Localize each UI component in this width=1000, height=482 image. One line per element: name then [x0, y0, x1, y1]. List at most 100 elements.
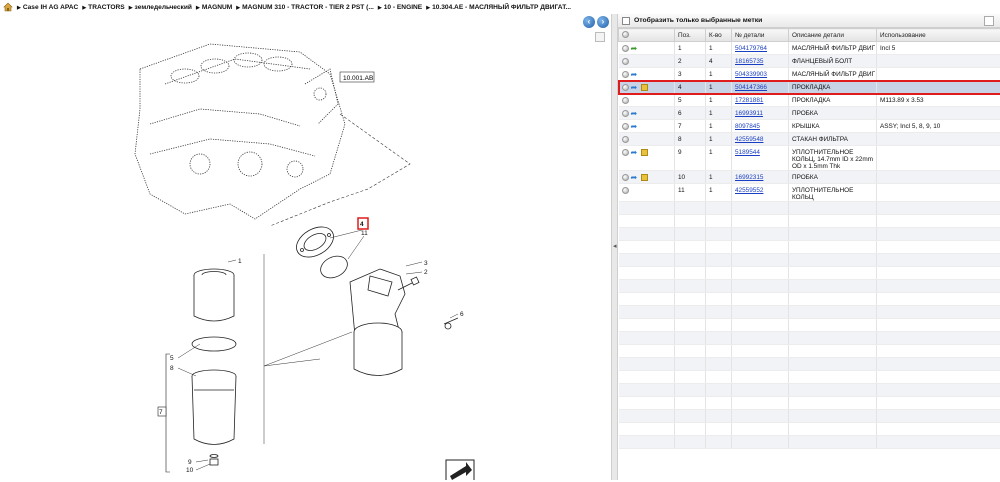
row-select-icon[interactable] [622, 123, 629, 130]
empty-cell [877, 241, 1000, 254]
header-icons[interactable] [619, 29, 675, 42]
table-row[interactable]: ➦6116993911ПРОБКА [619, 107, 1000, 120]
part-number-link[interactable]: 5189544 [735, 149, 760, 156]
part-number-link[interactable]: 16992315 [735, 174, 763, 181]
row-qty: 1 [706, 133, 732, 146]
table-row[interactable]: ➦41504147366ПРОКЛАДКА [619, 81, 1000, 94]
breadcrumb-item[interactable]: ▶10 - ENGINE [378, 4, 422, 11]
header-usage[interactable]: Использование [877, 29, 1000, 42]
breadcrumb-item[interactable]: ▶земледельческий [129, 4, 192, 11]
reference-arrow-icon[interactable]: ➦ [631, 149, 639, 156]
diagram-option-icon[interactable] [595, 32, 605, 42]
kit-box-icon[interactable] [641, 174, 648, 181]
kit-box-icon[interactable] [641, 149, 648, 156]
export-icon[interactable] [984, 16, 994, 26]
empty-cell [732, 280, 789, 293]
part-number-link[interactable]: 504339903 [735, 71, 767, 78]
table-row[interactable]: 2418165735ФЛАНЦЕВЫЙ БОЛТ [619, 55, 1000, 68]
row-icons: ➦ [619, 81, 675, 94]
table-row[interactable]: ➦718097845КРЫШКАASSY; Incl 5, 8, 9, 10 [619, 120, 1000, 133]
row-part-number[interactable]: 504147366 [732, 81, 789, 94]
show-selected-checkbox[interactable] [622, 17, 630, 25]
row-part-number[interactable]: 42559548 [732, 133, 789, 146]
empty-cell [732, 306, 789, 319]
empty-cell [877, 423, 1000, 436]
empty-row [619, 228, 1000, 241]
table-row[interactable]: ➦10116992315ПРОБКА [619, 171, 1000, 184]
empty-cell [619, 254, 675, 267]
part-number-link[interactable]: 18165735 [735, 58, 763, 65]
breadcrumb-item[interactable]: ▶10.304.AE - МАСЛЯНЫЙ ФИЛЬТР ДВИГАТ... [426, 4, 571, 11]
row-part-number[interactable]: 42559552 [732, 184, 789, 202]
empty-cell [877, 228, 1000, 241]
kit-box-icon[interactable] [641, 84, 648, 91]
row-select-icon[interactable] [622, 149, 629, 156]
next-button[interactable]: › [597, 16, 609, 28]
home-icon[interactable] [3, 2, 13, 12]
row-select-icon[interactable] [622, 45, 629, 52]
row-part-number[interactable]: 17281881 [732, 94, 789, 107]
table-row[interactable]: ➦31504339903МАСЛЯНЫЙ ФИЛЬТР ДВИГ [619, 68, 1000, 81]
part-number-link[interactable]: 504179764 [735, 45, 767, 52]
empty-cell [732, 267, 789, 280]
pane-splitter[interactable]: ◂ [611, 14, 618, 480]
row-description: ПРОКЛАДКА [789, 81, 877, 94]
row-icons: ➦ [619, 120, 675, 133]
select-all-icon[interactable] [622, 31, 629, 38]
row-part-number[interactable]: 16993911 [732, 107, 789, 120]
breadcrumb-arrow-icon: ▶ [129, 5, 133, 11]
row-part-number[interactable]: 504179764 [732, 42, 789, 55]
table-row[interactable]: 11142559552УПЛОТНИТЕЛЬНОЕ КОЛЬЦ [619, 184, 1000, 202]
row-part-number[interactable]: 16992315 [732, 171, 789, 184]
row-part-number[interactable]: 5189544 [732, 146, 789, 171]
part-number-link[interactable]: 504147366 [735, 84, 767, 91]
row-select-icon[interactable] [622, 187, 629, 194]
part-number-link[interactable]: 42559548 [735, 136, 763, 143]
header-desc[interactable]: Описание детали [789, 29, 877, 42]
row-part-number[interactable]: 504339903 [732, 68, 789, 81]
table-row[interactable]: ➦11504179764МАСЛЯНЫЙ ФИЛЬТР ДВИГIncl 5 [619, 42, 1000, 55]
empty-cell [675, 306, 706, 319]
collapse-arrow-icon[interactable]: ◂ [613, 242, 617, 250]
replacement-arrow-icon[interactable]: ➦ [631, 45, 639, 52]
reference-arrow-icon[interactable]: ➦ [631, 110, 639, 117]
row-select-icon[interactable] [622, 97, 629, 104]
row-select-icon[interactable] [622, 110, 629, 117]
empty-row [619, 397, 1000, 410]
header-pos[interactable]: Поз. [675, 29, 706, 42]
empty-cell [675, 345, 706, 358]
row-select-icon[interactable] [622, 84, 629, 91]
row-select-icon[interactable] [622, 174, 629, 181]
part-number-link[interactable]: 42559552 [735, 187, 763, 194]
row-usage: ASSY; Incl 5, 8, 9, 10 [877, 120, 1000, 133]
header-part[interactable]: № детали [732, 29, 789, 42]
callout-11: 11 [361, 230, 368, 237]
reference-arrow-icon[interactable]: ➦ [631, 84, 639, 91]
empty-cell [675, 423, 706, 436]
reference-arrow-icon[interactable]: ➦ [631, 174, 639, 181]
part-number-link[interactable]: 17281881 [735, 97, 763, 104]
row-select-icon[interactable] [622, 136, 629, 143]
empty-cell [619, 241, 675, 254]
row-part-number[interactable]: 18165735 [732, 55, 789, 68]
table-row[interactable]: ➦915189544УПЛОТНИТЕЛЬНОЕ КОЛЬЦ, 14.7mm I… [619, 146, 1000, 171]
header-qty[interactable]: К-во [706, 29, 732, 42]
reference-arrow-icon[interactable]: ➦ [631, 71, 639, 78]
breadcrumb-item[interactable]: ▶MAGNUM [196, 4, 232, 11]
reference-arrow-icon[interactable]: ➦ [631, 123, 639, 130]
ref-label[interactable]: 10.001.AB [343, 75, 373, 82]
row-part-number[interactable]: 8097845 [732, 120, 789, 133]
part-number-link[interactable]: 16993911 [735, 110, 763, 117]
plug-part-6 [444, 318, 458, 329]
breadcrumb-item[interactable]: ▶MAGNUM 310 - TRACTOR - TIER 2 PST (... [236, 4, 374, 11]
table-row[interactable]: 5117281881ПРОКЛАДКАM113.89 x 3.53 [619, 94, 1000, 107]
breadcrumb-item[interactable]: ▶Case IH AG APAC [17, 4, 78, 11]
row-select-icon[interactable] [622, 58, 629, 65]
empty-cell [789, 241, 877, 254]
table-row[interactable]: 8142559548СТАКАН ФИЛЬТРА [619, 133, 1000, 146]
empty-cell [619, 371, 675, 384]
prev-button[interactable]: ‹ [583, 16, 595, 28]
breadcrumb-item[interactable]: ▶TRACTORS [82, 4, 124, 11]
part-number-link[interactable]: 8097845 [735, 123, 760, 130]
row-select-icon[interactable] [622, 71, 629, 78]
